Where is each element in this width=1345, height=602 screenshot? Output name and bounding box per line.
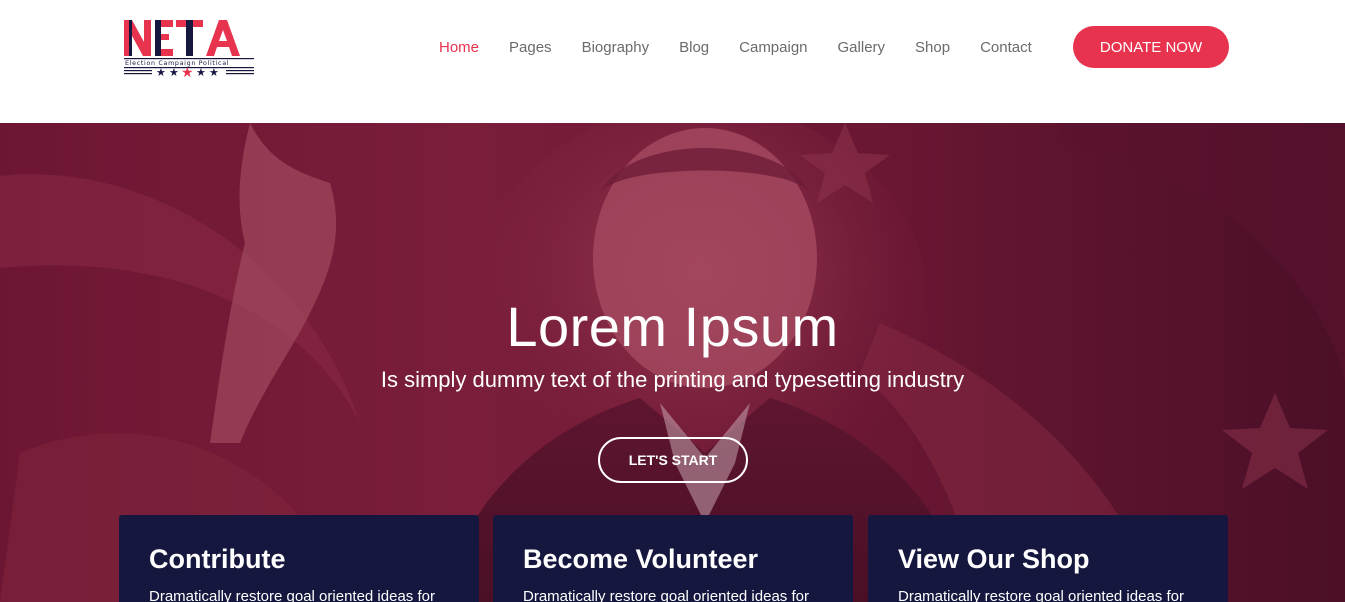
svg-text:★: ★ — [196, 66, 206, 78]
card-title: View Our Shop — [898, 544, 1090, 574]
nav-item-shop[interactable]: Shop — [915, 39, 950, 56]
nav-item-campaign[interactable]: Campaign — [739, 39, 807, 56]
nav-item-biography[interactable]: Biography — [582, 39, 650, 56]
svg-text:★: ★ — [156, 66, 166, 78]
card-text: Dramatically restore goal oriented ideas… — [149, 588, 435, 602]
card-text: Dramatically restore goal oriented ideas… — [523, 588, 809, 602]
hero-section: Lorem Ipsum Is simply dummy text of the … — [0, 123, 1345, 602]
svg-text:★: ★ — [209, 66, 219, 78]
card-title: Contribute — [149, 544, 286, 574]
page: Election Campaign Political ★ ★ ★ ★ ★ Ho… — [0, 0, 1345, 602]
card-title: Become Volunteer — [523, 544, 759, 574]
svg-text:★: ★ — [181, 65, 194, 78]
become-volunteer-card[interactable]: Become Volunteer Dramatically restore go… — [493, 515, 853, 602]
nav-item-pages[interactable]: Pages — [509, 39, 552, 56]
svg-text:★: ★ — [169, 66, 179, 78]
site-header: Election Campaign Political ★ ★ ★ ★ ★ Ho… — [0, 0, 1345, 123]
nav-item-blog[interactable]: Blog — [679, 39, 709, 56]
view-our-shop-card[interactable]: View Our Shop Dramatically restore goal … — [868, 515, 1228, 602]
nav-item-gallery[interactable]: Gallery — [838, 39, 886, 56]
hero-title: Lorem Ipsum — [506, 295, 839, 358]
nav-item-contact[interactable]: Contact — [980, 39, 1032, 56]
donate-now-button[interactable]: DONATE NOW — [1073, 26, 1229, 68]
contribute-card[interactable]: Contribute Dramatically restore goal ori… — [119, 515, 479, 602]
main-nav: Home Pages Biography Blog Campaign Galle… — [424, 36, 1047, 58]
hero-subtitle: Is simply dummy text of the printing and… — [380, 367, 965, 392]
site-logo[interactable]: Election Campaign Political ★ ★ ★ ★ ★ — [124, 16, 256, 78]
nav-item-home[interactable]: Home — [439, 39, 479, 56]
lets-start-button[interactable]: LET'S START — [598, 437, 748, 483]
card-text: Dramatically restore goal oriented ideas… — [898, 588, 1184, 602]
